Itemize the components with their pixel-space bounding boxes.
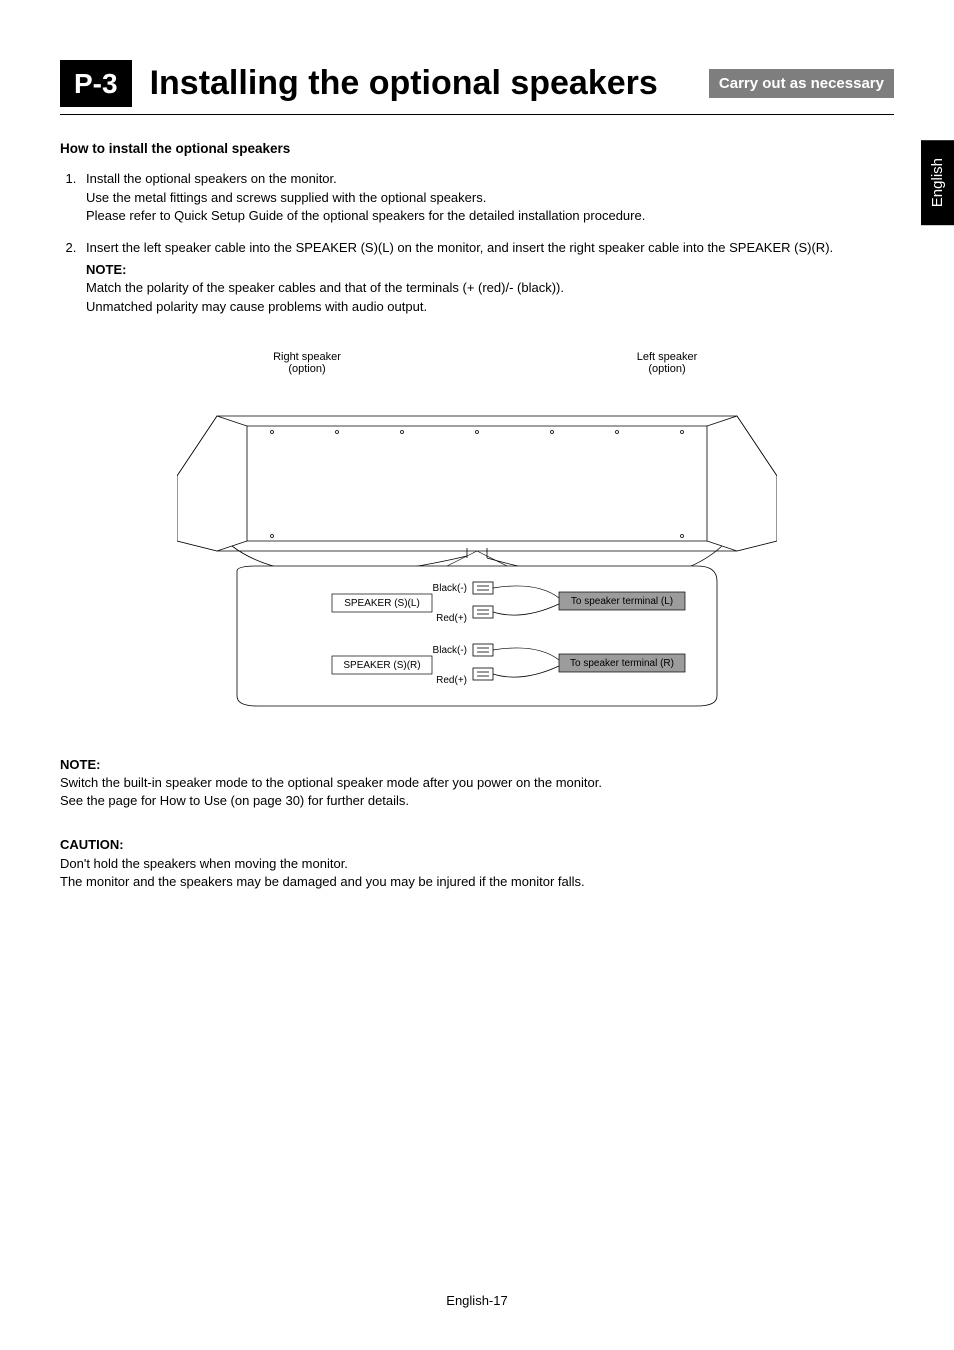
label-left-speaker-sub: (option) (648, 363, 685, 375)
label-right-speaker-sub: (option) (288, 363, 325, 375)
label-to-terminal-r: To speaker terminal (R) (570, 658, 674, 669)
section-header: P-3 Installing the optional speakers Car… (60, 60, 894, 115)
caution-line-2: The monitor and the speakers may be dama… (60, 874, 585, 889)
step-2-note-line-2: Unmatched polarity may cause problems wi… (86, 299, 427, 314)
step-1: Install the optional speakers on the mon… (80, 170, 894, 225)
label-black-1: Black(-) (433, 583, 467, 594)
label-speaker-sr: SPEAKER (S)(R) (343, 660, 420, 671)
note-block: NOTE: Switch the built-in speaker mode t… (60, 756, 894, 811)
page-footer: English-17 (0, 1292, 954, 1310)
label-red-1: Red(+) (436, 613, 467, 624)
step-1-line-1: Install the optional speakers on the mon… (86, 171, 337, 186)
section-badge: P-3 (60, 60, 132, 107)
speaker-diagram: Right speaker (option) Left speaker (opt… (177, 346, 777, 716)
step-1-line-3: Please refer to Quick Setup Guide of the… (86, 208, 645, 223)
note-line-1: Switch the built-in speaker mode to the … (60, 775, 602, 790)
label-to-terminal-l: To speaker terminal (L) (571, 596, 673, 607)
subheading: How to install the optional speakers (60, 140, 894, 159)
section-tag: Carry out as necessary (709, 69, 894, 98)
install-steps: Install the optional speakers on the mon… (60, 170, 894, 315)
monitor-back-panel-icon (177, 416, 777, 579)
section-title: Installing the optional speakers (150, 60, 709, 108)
step-2: Insert the left speaker cable into the S… (80, 239, 894, 316)
step-2-note-label: NOTE: (86, 261, 894, 279)
step-2-line-1: Insert the left speaker cable into the S… (86, 240, 833, 255)
step-2-note-line-1: Match the polarity of the speaker cables… (86, 280, 564, 295)
caution-block: CAUTION: Don't hold the speakers when mo… (60, 836, 894, 891)
label-right-speaker-top: Right speaker (273, 351, 341, 363)
label-left-speaker-top: Left speaker (637, 351, 698, 363)
note-label: NOTE: (60, 756, 894, 774)
label-red-2: Red(+) (436, 675, 467, 686)
label-speaker-sl: SPEAKER (S)(L) (344, 598, 420, 609)
step-1-line-2: Use the metal fittings and screws suppli… (86, 190, 486, 205)
note-line-2: See the page for How to Use (on page 30)… (60, 793, 409, 808)
label-black-2: Black(-) (433, 645, 467, 656)
terminal-callout: SPEAKER (S)(L) Black(-) Red(+) To speake… (237, 551, 717, 706)
caution-line-1: Don't hold the speakers when moving the … (60, 856, 348, 871)
language-tab: English (921, 140, 954, 225)
caution-label: CAUTION: (60, 836, 894, 854)
